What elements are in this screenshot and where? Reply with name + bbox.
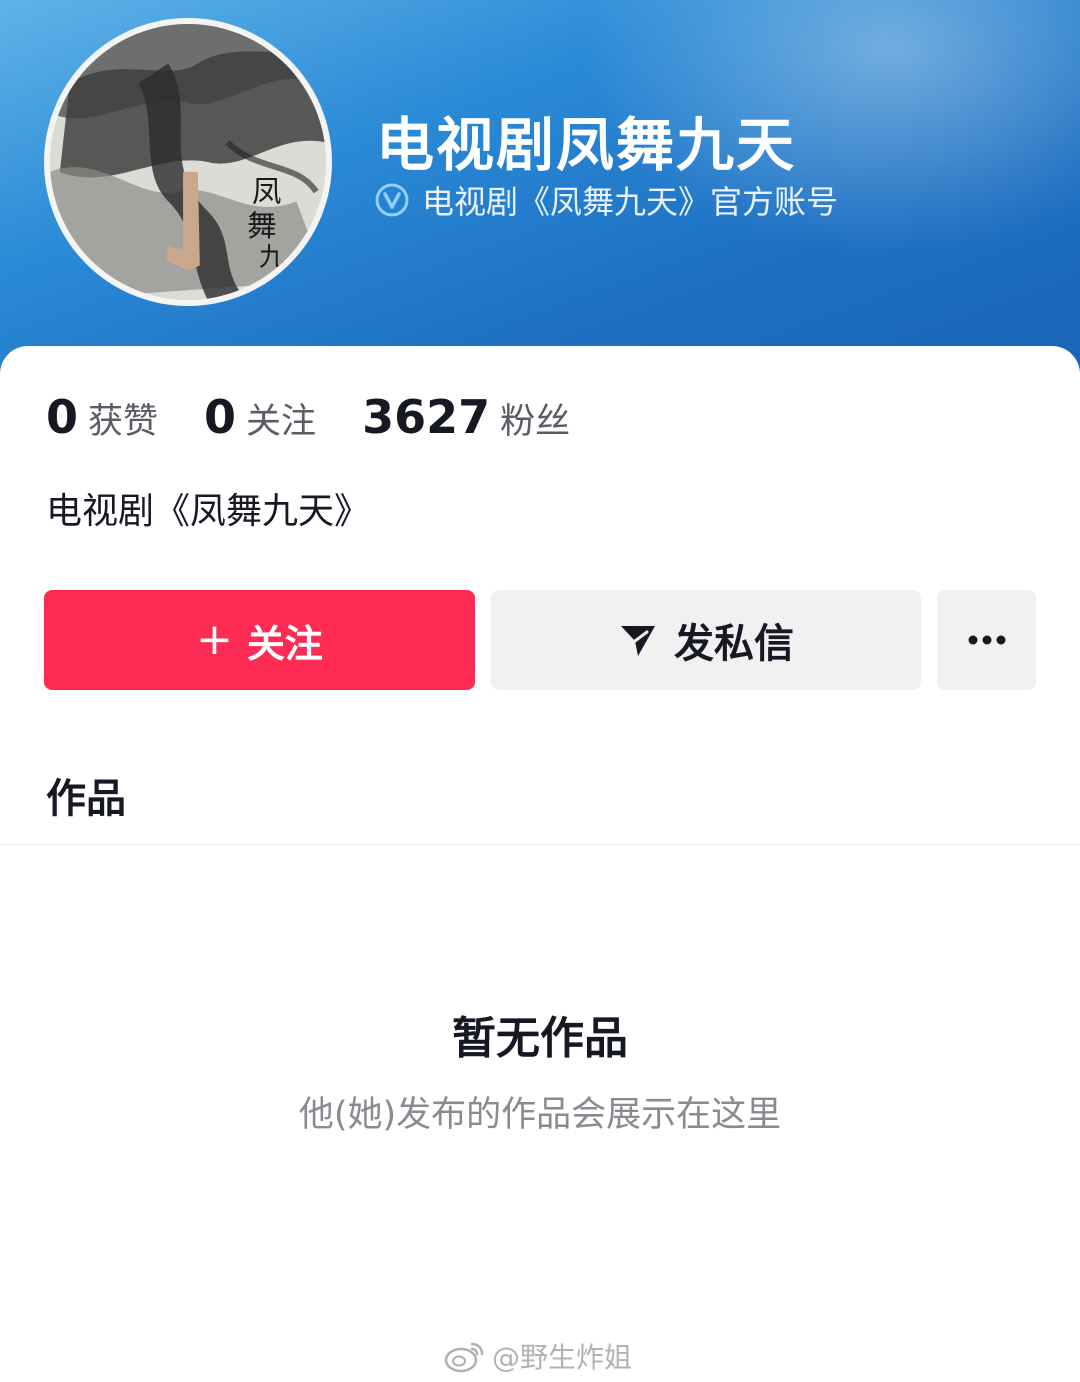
- profile-page: 凤 舞 九 天 电视剧凤舞九天 电视剧《凤舞九天》官方账号 0 获赞 0 关注: [0, 0, 1080, 1382]
- stat-value: 0: [46, 390, 79, 444]
- follow-label: 关注: [246, 621, 323, 666]
- avatar[interactable]: 凤 舞 九 天: [44, 18, 332, 306]
- profile-name: 电视剧凤舞九天: [376, 111, 797, 179]
- svg-text:舞: 舞: [247, 209, 277, 243]
- stat-followers[interactable]: 3627 粉丝: [362, 390, 570, 444]
- stat-label: 粉丝: [500, 402, 571, 442]
- tab-divider: [0, 844, 1080, 845]
- avatar-artwork: 凤 舞 九 天: [50, 24, 326, 300]
- message-label: 发私信: [674, 621, 794, 667]
- profile-header-banner: 凤 舞 九 天 电视剧凤舞九天 电视剧《凤舞九天》官方账号: [0, 0, 1080, 380]
- more-dots-icon: [968, 635, 1005, 645]
- verified-text: 电视剧《凤舞九天》官方账号: [422, 183, 839, 221]
- weibo-icon: [444, 1342, 484, 1373]
- stat-label: 获赞: [88, 402, 159, 442]
- message-button[interactable]: 发私信: [491, 590, 921, 690]
- watermark-text: @野生炸姐: [492, 1341, 633, 1374]
- empty-state-title: 暂无作品: [452, 1013, 628, 1064]
- verified-badge-row: 电视剧《凤舞九天》官方账号: [374, 178, 838, 222]
- stat-label: 关注: [246, 402, 317, 442]
- svg-text:九: 九: [259, 243, 285, 273]
- tab-works[interactable]: 作品: [46, 766, 126, 824]
- follow-button[interactable]: + 关注: [44, 590, 475, 690]
- watermark: @野生炸姐: [442, 1334, 632, 1378]
- verified-v-icon: [375, 183, 409, 217]
- send-arrow-icon: [621, 626, 655, 656]
- stat-value: 0: [204, 390, 237, 444]
- profile-stats: 0 获赞 0 关注 3627 粉丝: [46, 390, 616, 446]
- avatar-calligraphy: 凤: [252, 174, 282, 208]
- profile-card: 0 获赞 0 关注 3627 粉丝 电视剧《凤舞九天》 + 关注 发私信 作品 …: [0, 346, 1080, 1382]
- profile-actions: + 关注 发私信: [44, 590, 1036, 690]
- stat-value: 3627: [362, 390, 491, 444]
- plus-icon: +: [196, 614, 233, 665]
- more-button[interactable]: [937, 590, 1036, 690]
- svg-text:天: 天: [267, 270, 291, 298]
- empty-state-subtitle: 他(她)发布的作品会展示在这里: [298, 1095, 782, 1135]
- stat-likes[interactable]: 0 获赞: [46, 390, 158, 444]
- stat-following[interactable]: 0 关注: [204, 390, 316, 444]
- profile-bio: 电视剧《凤舞九天》: [46, 491, 371, 532]
